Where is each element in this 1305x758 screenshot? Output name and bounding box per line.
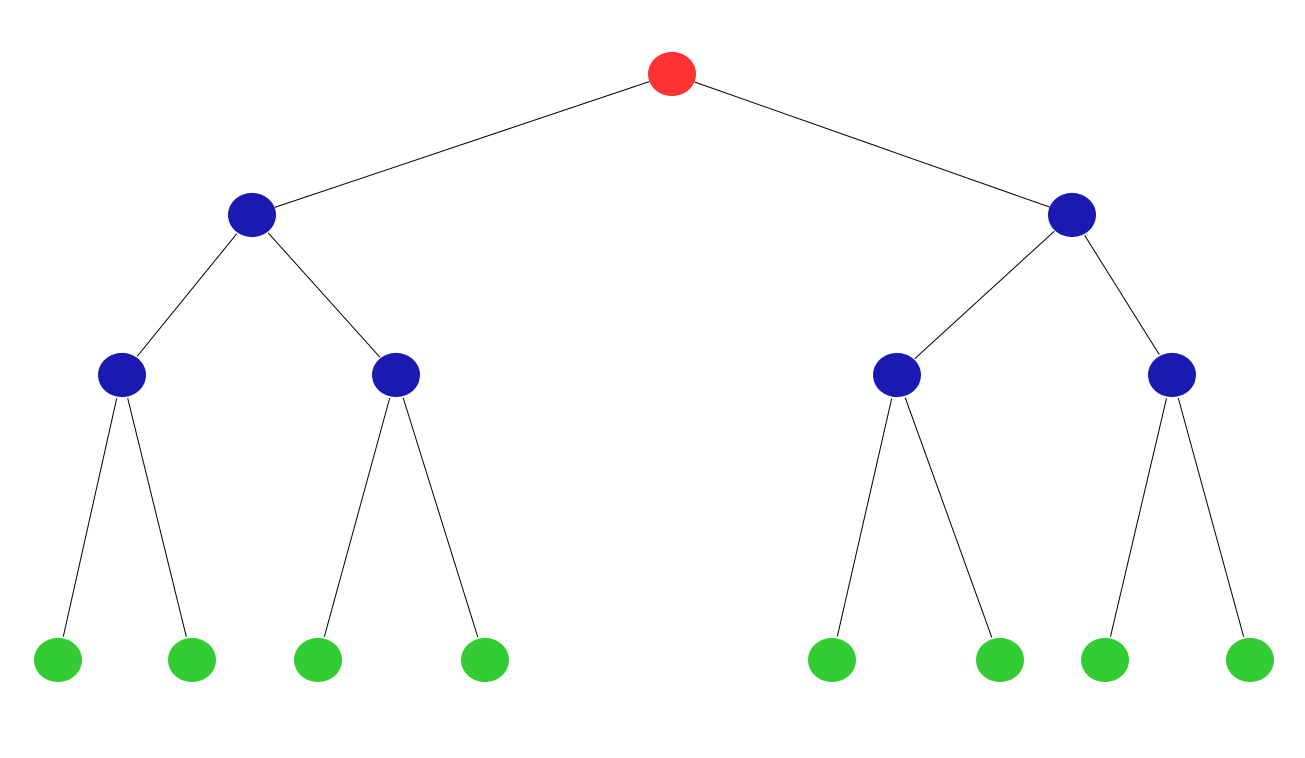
tree-edge [1111,398,1167,636]
tree-edge [1178,398,1243,637]
tree-edge [905,398,992,638]
internal-node [1048,193,1096,237]
tree-edge [695,82,1050,207]
tree-edge [324,398,389,637]
leaf-node [461,638,509,682]
leaf-node [1081,638,1129,682]
tree-edge [128,398,187,636]
tree-nodes [34,52,1274,682]
leaf-node [808,638,856,682]
root-node [648,52,696,96]
tree-edge [275,82,649,208]
internal-node [98,353,146,397]
tree-edge [137,234,237,357]
tree-edge [63,398,116,636]
leaf-node [294,638,342,682]
leaf-node [1226,638,1274,682]
internal-node [1148,353,1196,397]
tree-edge [1085,235,1160,354]
internal-node [372,353,420,397]
leaf-node [976,638,1024,682]
internal-node [228,193,276,237]
tree-edge [837,398,891,636]
tree-diagram [0,0,1305,758]
internal-node [873,353,921,397]
leaf-node [34,638,82,682]
leaf-node [168,638,216,682]
tree-edges [63,82,1243,638]
tree-edge [403,398,478,637]
tree-edge [915,231,1055,359]
tree-edge [268,233,380,357]
